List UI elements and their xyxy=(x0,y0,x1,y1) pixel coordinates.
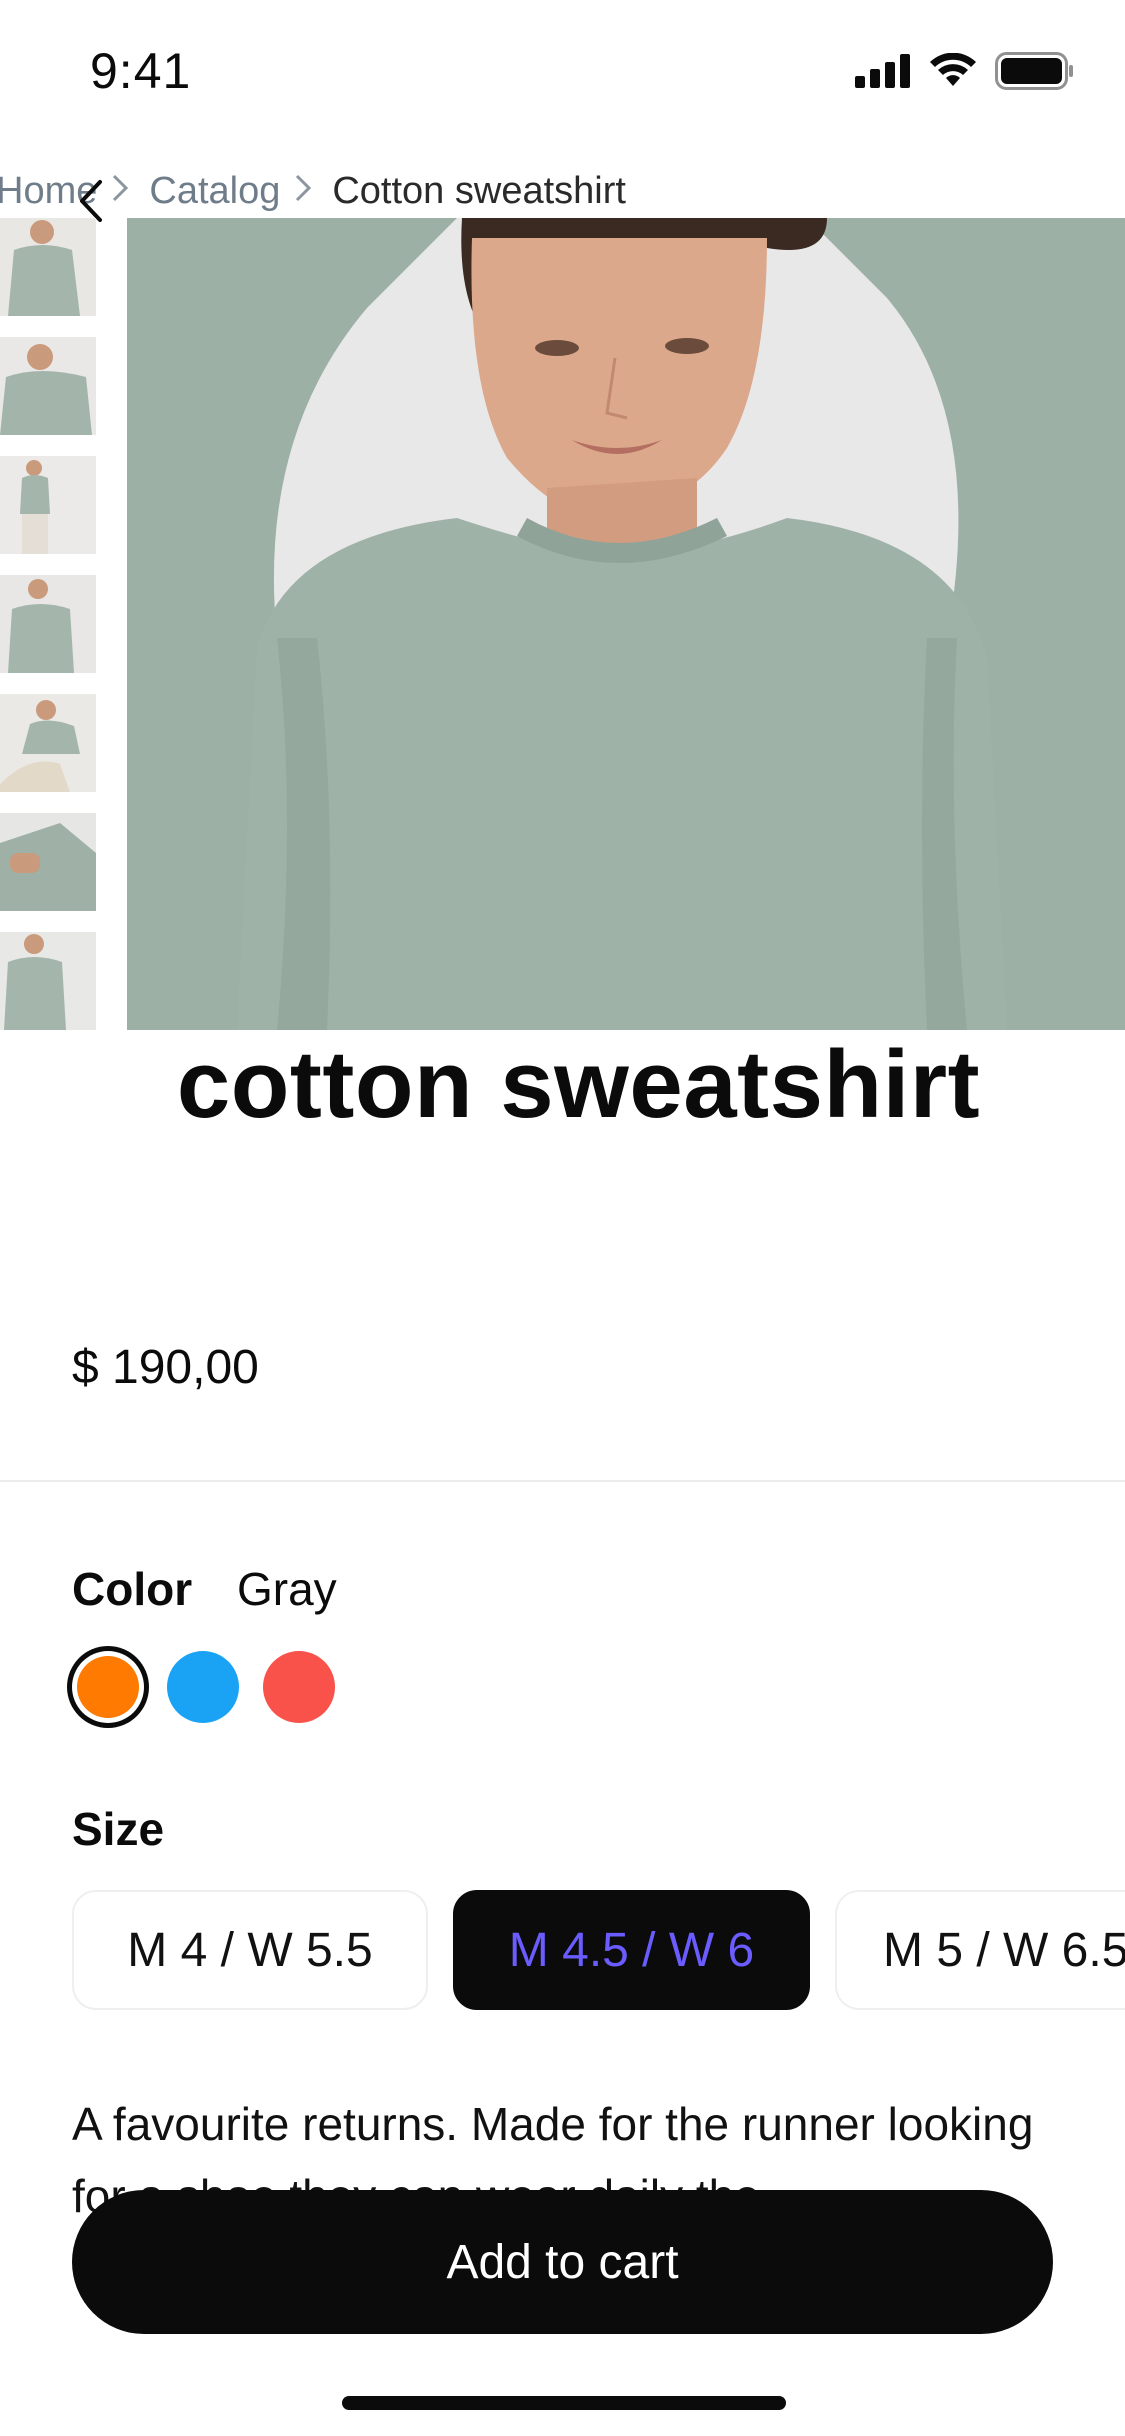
thumbnail-2[interactable] xyxy=(0,337,96,435)
cellular-signal-icon xyxy=(855,54,910,88)
size-option-label: M 4.5 / W 6 xyxy=(508,1923,755,1977)
divider xyxy=(0,1480,1125,1482)
add-to-cart-label: Add to cart xyxy=(446,2235,679,2289)
chevron-right-icon xyxy=(294,170,312,213)
chevron-right-icon xyxy=(111,170,129,213)
thumbnail-6[interactable] xyxy=(0,813,96,911)
thumbnail-4[interactable] xyxy=(0,575,96,673)
breadcrumb-catalog[interactable]: Catalog xyxy=(149,170,280,213)
status-time: 9:41 xyxy=(90,43,192,99)
product-title: cotton sweatshirt xyxy=(176,1031,981,1138)
size-label: Size xyxy=(72,1803,165,1855)
size-option[interactable]: M 4 / W 5.5 xyxy=(72,1890,428,2010)
color-swatch-orange[interactable] xyxy=(77,1656,139,1718)
color-value: Gray xyxy=(237,1563,337,1615)
thumbnail-5[interactable] xyxy=(0,694,96,792)
breadcrumb-current: Cotton sweatshirt xyxy=(332,169,626,212)
status-icons xyxy=(855,52,1075,90)
size-option-selected[interactable]: M 4.5 / W 6 xyxy=(453,1890,810,2010)
size-option-label: M 5 / W 6.5 xyxy=(883,1923,1125,1977)
product-main-image[interactable] xyxy=(127,218,1125,1030)
home-indicator xyxy=(342,2396,786,2410)
add-to-cart-button[interactable]: Add to cart xyxy=(72,2190,1053,2334)
wifi-icon xyxy=(930,53,976,86)
thumbnail-3[interactable] xyxy=(0,456,96,554)
color-swatch-blue[interactable] xyxy=(167,1651,239,1723)
product-price: $ 190,00 xyxy=(72,1341,259,1394)
product-photo xyxy=(127,218,1125,1030)
battery-icon xyxy=(995,52,1073,90)
color-label: Color xyxy=(72,1563,193,1615)
thumbnail-7[interactable] xyxy=(0,932,96,1030)
size-option[interactable]: M 5 / W 6.5 xyxy=(835,1890,1125,2010)
size-option-label: M 4 / W 5.5 xyxy=(127,1923,373,1977)
color-swatch-red[interactable] xyxy=(263,1651,335,1723)
thumbnail-1[interactable] xyxy=(0,218,96,316)
